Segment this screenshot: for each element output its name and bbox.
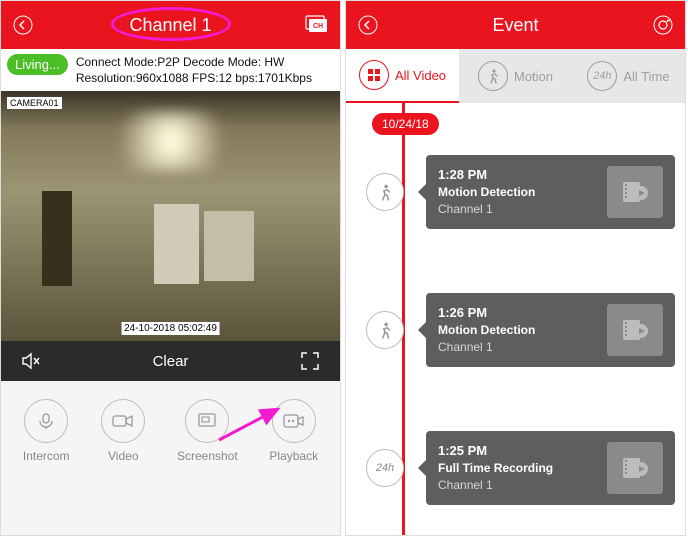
event-time: 1:25 PM (438, 442, 607, 460)
event-time: 1:28 PM (438, 166, 607, 184)
tab-label: Motion (514, 69, 553, 84)
motion-icon (366, 173, 404, 211)
header: Channel 1 CH (1, 1, 340, 49)
tab-all-video[interactable]: All Video (346, 49, 459, 103)
screenshot-label: Screenshot (177, 449, 238, 463)
camcorder-icon (112, 413, 134, 429)
event-thumbnail (607, 166, 663, 218)
event-item[interactable]: 1:26 PM Motion Detection Channel 1 (366, 293, 675, 367)
grid-icon (359, 60, 389, 90)
motion-icon (478, 61, 508, 91)
event-channel: Channel 1 (438, 201, 607, 218)
24h-icon: 24h (587, 61, 617, 91)
playback-icon (283, 413, 305, 429)
refresh-button[interactable] (641, 1, 685, 49)
video-frame: CAMERA01 24-10-2018 05:02:49 (1, 91, 340, 341)
filter-tabs: All Video Motion 24h All Time (346, 49, 685, 103)
video-label: Video (108, 449, 138, 463)
event-timeline[interactable]: 10/24/18 1:28 PM Motion Detection Channe… (346, 103, 685, 535)
event-thumbnail (607, 304, 663, 356)
motion-icon (366, 311, 404, 349)
info-line-1: Connect Mode:P2P Decode Mode: HW (76, 54, 334, 70)
film-play-icon (621, 317, 649, 343)
tab-label: All Video (395, 68, 446, 83)
video-viewport[interactable]: CAMERA01 24-10-2018 05:02:49 (1, 91, 340, 341)
event-channel: Channel 1 (438, 477, 607, 494)
back-button[interactable] (346, 1, 390, 49)
expand-icon (300, 351, 320, 371)
page-title: Event (390, 15, 641, 36)
back-button[interactable] (1, 1, 45, 49)
status-badge: Living... (7, 54, 68, 75)
screenshot-icon (197, 412, 217, 430)
header: Event (346, 1, 685, 49)
playback-button[interactable]: Playback (269, 399, 318, 463)
event-channel: Channel 1 (438, 339, 607, 356)
event-card: 1:25 PM Full Time Recording Channel 1 (426, 431, 675, 505)
stream-info: Living... Connect Mode:P2P Decode Mode: … (1, 49, 340, 91)
svg-text:CH: CH (313, 23, 323, 30)
event-type: Motion Detection (438, 322, 607, 339)
tab-motion[interactable]: Motion (459, 49, 572, 103)
intercom-label: Intercom (23, 449, 70, 463)
page-title: Channel 1 (45, 15, 296, 36)
event-type: Motion Detection (438, 184, 607, 201)
date-chip: 10/24/18 (372, 113, 439, 135)
info-line-2: Resolution:960x1088 FPS:12 bps:1701Kbps (76, 70, 334, 86)
tab-all-time[interactable]: 24h All Time (572, 49, 685, 103)
refresh-icon (652, 14, 674, 36)
event-screen: Event All Video Motion 24h All Time 10/2… (345, 0, 686, 536)
event-card: 1:28 PM Motion Detection Channel 1 (426, 155, 675, 229)
event-item[interactable]: 24h 1:25 PM Full Time Recording Channel … (366, 431, 675, 505)
chevron-left-icon (357, 14, 379, 36)
mute-button[interactable] (19, 349, 43, 373)
event-type: Full Time Recording (438, 460, 607, 477)
fullscreen-button[interactable] (298, 349, 322, 373)
toolbar: Intercom Video Screenshot Playback (1, 381, 340, 535)
video-record-button[interactable]: Video (101, 399, 145, 463)
speaker-mute-icon (20, 350, 42, 372)
channels-icon: CH (305, 15, 331, 35)
playback-label: Playback (269, 449, 318, 463)
event-card: 1:26 PM Motion Detection Channel 1 (426, 293, 675, 367)
tab-label: All Time (623, 69, 669, 84)
live-view-screen: Channel 1 CH Living... Connect Mode:P2P … (0, 0, 341, 536)
stream-stats: Connect Mode:P2P Decode Mode: HW Resolut… (76, 54, 334, 86)
channel-switch-button[interactable]: CH (296, 1, 340, 49)
24h-icon: 24h (366, 449, 404, 487)
event-time: 1:26 PM (438, 304, 607, 322)
stream-quality-button[interactable]: Clear (153, 353, 189, 370)
video-timestamp: 24-10-2018 05:02:49 (121, 322, 220, 335)
film-play-icon (621, 455, 649, 481)
intercom-button[interactable]: Intercom (23, 399, 70, 463)
camera-tag: CAMERA01 (7, 97, 62, 109)
screenshot-button[interactable]: Screenshot (177, 399, 238, 463)
film-play-icon (621, 179, 649, 205)
chevron-left-icon (12, 14, 34, 36)
event-thumbnail (607, 442, 663, 494)
event-item[interactable]: 1:28 PM Motion Detection Channel 1 (366, 155, 675, 229)
microphone-icon (36, 411, 56, 431)
video-controls: Clear (1, 341, 340, 381)
